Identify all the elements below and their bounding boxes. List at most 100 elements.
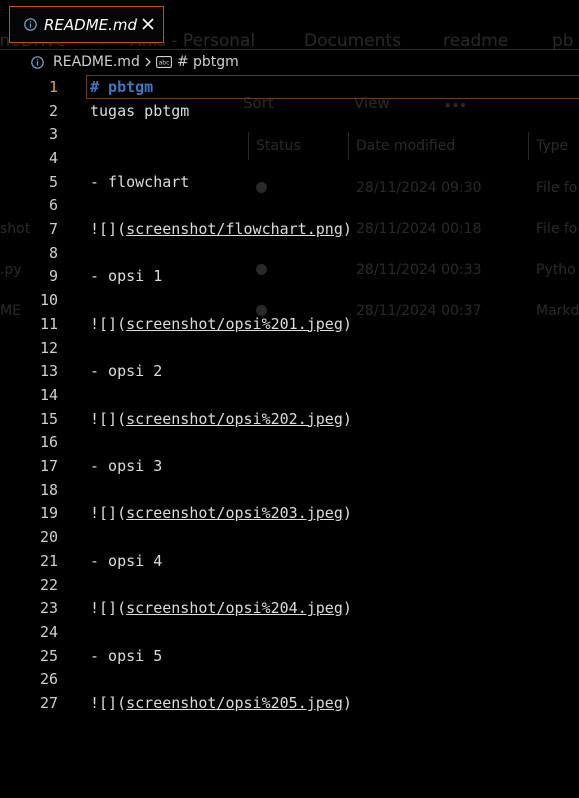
line-number: 26 bbox=[39, 670, 58, 689]
line-number: 16 bbox=[39, 433, 58, 452]
image-link-suffix: ) bbox=[342, 694, 352, 713]
code-line[interactable]: 22 bbox=[0, 573, 579, 597]
code-line[interactable]: 24 bbox=[0, 620, 579, 644]
code-line[interactable]: 21 - opsi 4 bbox=[0, 549, 579, 573]
editor-tab-bar: README.md bbox=[0, 0, 579, 50]
code-line[interactable]: 17 - opsi 3 bbox=[0, 454, 579, 478]
line-number: 18 bbox=[39, 480, 58, 499]
tab-label: README.md bbox=[44, 15, 138, 34]
line-content: ![](screenshot/opsi%201.jpeg) bbox=[90, 315, 352, 333]
code-line[interactable]: 26 bbox=[0, 668, 579, 692]
line-number: 19 bbox=[39, 504, 58, 523]
image-link-suffix: ) bbox=[342, 504, 352, 523]
image-link-url[interactable]: screenshot/flowchart.png bbox=[126, 220, 343, 238]
image-link-suffix: ) bbox=[342, 314, 352, 333]
code-line[interactable]: 7 ![](screenshot/flowchart.png) bbox=[0, 217, 579, 241]
string-symbol-icon: abc bbox=[155, 56, 172, 68]
line-number: 24 bbox=[39, 622, 58, 641]
image-link-suffix: ) bbox=[342, 409, 352, 428]
code-line[interactable]: 9 - opsi 1 bbox=[0, 265, 579, 289]
close-icon[interactable] bbox=[140, 16, 156, 32]
line-number: 14 bbox=[39, 385, 58, 404]
code-line[interactable]: 19 ![](screenshot/opsi%203.jpeg) bbox=[0, 502, 579, 526]
line-content: ![](screenshot/opsi%205.jpeg) bbox=[90, 694, 352, 712]
code-line[interactable]: 18 bbox=[0, 478, 579, 502]
code-line[interactable]: 8 bbox=[0, 241, 579, 265]
code-line[interactable]: 27 ![](screenshot/opsi%205.jpeg) bbox=[0, 691, 579, 715]
code-line[interactable]: 13 - opsi 2 bbox=[0, 359, 579, 383]
line-content: tugas pbtgm bbox=[90, 101, 190, 120]
line-number: 5 bbox=[48, 172, 58, 191]
line-number: 8 bbox=[48, 243, 58, 262]
code-line[interactable]: 23 ![](screenshot/opsi%204.jpeg) bbox=[0, 596, 579, 620]
line-content: ![](screenshot/opsi%203.jpeg) bbox=[90, 504, 352, 522]
image-link-suffix: ) bbox=[342, 599, 352, 618]
line-content: - opsi 2 bbox=[90, 362, 163, 381]
image-link-url[interactable]: screenshot/opsi%203.jpeg bbox=[126, 504, 343, 522]
code-line[interactable]: 10 bbox=[0, 288, 579, 312]
line-content: - flowchart bbox=[90, 172, 190, 191]
code-line[interactable]: 11 ![](screenshot/opsi%201.jpeg) bbox=[0, 312, 579, 336]
code-line[interactable]: 20 bbox=[0, 525, 579, 549]
line-number: 22 bbox=[39, 575, 58, 594]
svg-text:abc: abc bbox=[158, 59, 169, 66]
code-line[interactable]: 6 bbox=[0, 194, 579, 218]
code-line[interactable]: 25 - opsi 5 bbox=[0, 644, 579, 668]
image-link-prefix: ![]( bbox=[90, 504, 127, 523]
image-link-prefix: ![]( bbox=[90, 694, 127, 713]
image-link-url[interactable]: screenshot/opsi%204.jpeg bbox=[126, 599, 343, 617]
code-line[interactable]: 1 # pbtgm bbox=[0, 75, 579, 99]
line-content: - opsi 4 bbox=[90, 551, 163, 570]
image-link-prefix: ![]( bbox=[90, 599, 127, 618]
image-link-suffix: ) bbox=[342, 220, 352, 239]
line-content: - opsi 5 bbox=[90, 646, 163, 665]
line-number: 13 bbox=[39, 362, 58, 381]
tab-readme[interactable]: README.md bbox=[9, 6, 164, 43]
line-number: 9 bbox=[48, 267, 58, 286]
breadcrumb-symbol[interactable]: # pbtgm bbox=[177, 54, 239, 70]
line-number: 23 bbox=[39, 599, 58, 618]
line-number: 1 bbox=[48, 77, 58, 96]
image-link-prefix: ![]( bbox=[90, 314, 127, 333]
line-number: 3 bbox=[48, 125, 58, 144]
code-line[interactable]: 5 - flowchart bbox=[0, 170, 579, 194]
line-number: 20 bbox=[39, 528, 58, 547]
current-line-highlight bbox=[86, 75, 579, 99]
line-content: ![](screenshot/flowchart.png) bbox=[90, 220, 352, 238]
code-line[interactable]: 2 tugas pbtgm bbox=[0, 99, 579, 123]
image-link-prefix: ![]( bbox=[90, 220, 127, 239]
code-line[interactable]: 16 bbox=[0, 431, 579, 455]
code-line[interactable]: 4 bbox=[0, 146, 579, 170]
info-icon bbox=[24, 18, 37, 31]
line-number: 2 bbox=[48, 101, 58, 120]
code-editor[interactable]: 1 # pbtgm 2 tugas pbtgm 3 4 5 - flowchart 6 7 ![](… bbox=[0, 74, 579, 798]
line-content: - opsi 3 bbox=[90, 457, 163, 476]
image-link-url[interactable]: screenshot/opsi%201.jpeg bbox=[126, 315, 343, 333]
line-content: # pbtgm bbox=[90, 77, 154, 96]
line-number: 11 bbox=[39, 314, 58, 333]
image-link-url[interactable]: screenshot/opsi%205.jpeg bbox=[126, 694, 343, 712]
info-icon bbox=[31, 55, 44, 69]
breadcrumb-file[interactable]: README.md bbox=[53, 54, 140, 70]
breadcrumb: README.md abc # pbtgm bbox=[0, 50, 579, 74]
line-content: - opsi 1 bbox=[90, 267, 163, 286]
line-number: 21 bbox=[39, 551, 58, 570]
line-number: 27 bbox=[39, 694, 58, 713]
line-number: 12 bbox=[39, 338, 58, 357]
image-link-url[interactable]: screenshot/opsi%202.jpeg bbox=[126, 410, 343, 428]
image-link-prefix: ![]( bbox=[90, 409, 127, 428]
code-line[interactable]: 15 ![](screenshot/opsi%202.jpeg) bbox=[0, 407, 579, 431]
line-content: ![](screenshot/opsi%204.jpeg) bbox=[90, 599, 352, 617]
line-number: 7 bbox=[48, 220, 58, 239]
line-number: 6 bbox=[48, 196, 58, 215]
line-number: 4 bbox=[48, 148, 58, 167]
code-line[interactable]: 3 bbox=[0, 122, 579, 146]
line-content: ![](screenshot/opsi%202.jpeg) bbox=[90, 410, 352, 428]
line-number: 15 bbox=[39, 409, 58, 428]
line-number: 17 bbox=[39, 457, 58, 476]
code-line[interactable]: 12 bbox=[0, 336, 579, 360]
line-number: 10 bbox=[39, 291, 58, 310]
chevron-right-icon bbox=[144, 57, 152, 67]
line-number: 25 bbox=[39, 646, 58, 665]
code-line[interactable]: 14 bbox=[0, 383, 579, 407]
